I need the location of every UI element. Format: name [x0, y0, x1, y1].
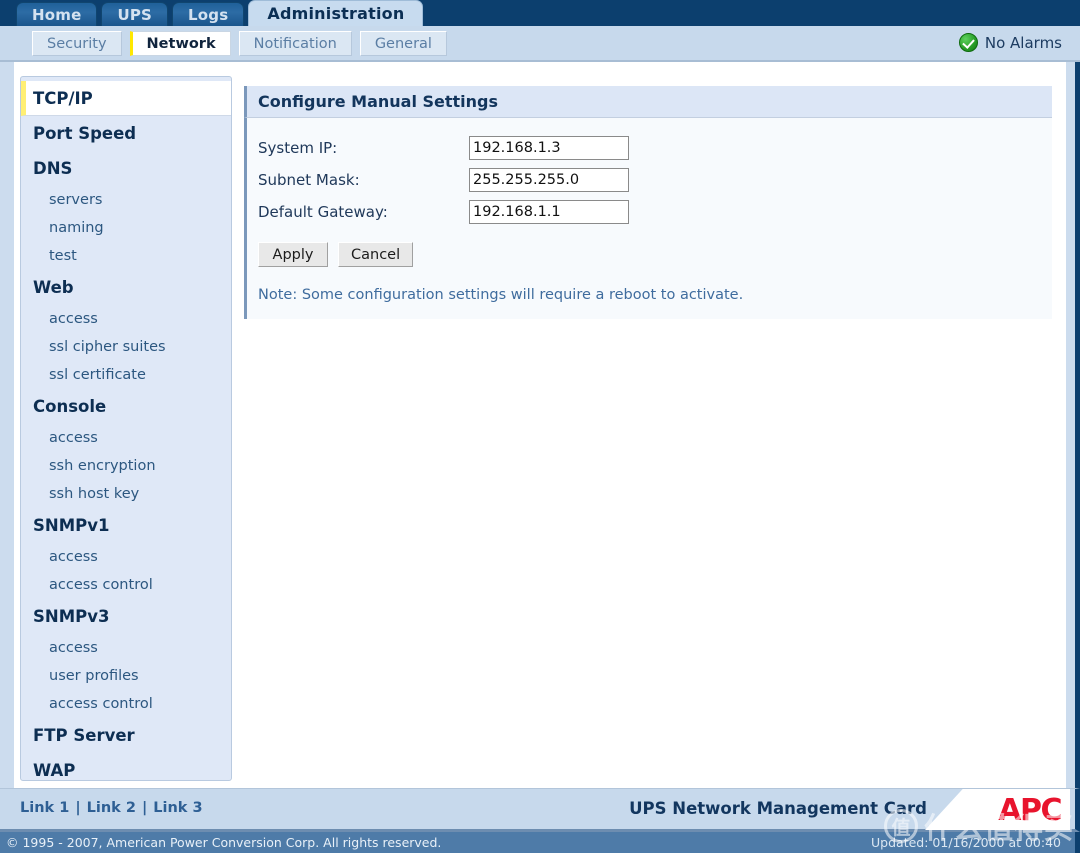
sidebar-item-ssl-certificate[interactable]: ssl certificate — [21, 361, 231, 389]
sidebar-item-ssl-cipher-suites[interactable]: ssl cipher suites — [21, 333, 231, 361]
sidebar-item-ssh-encryption[interactable]: ssh encryption — [21, 452, 231, 480]
default-gateway-input[interactable] — [469, 200, 629, 224]
alarm-status[interactable]: No Alarms — [958, 33, 1062, 52]
form-row-default-gateway: Default Gateway: — [258, 196, 1052, 228]
subnet-mask-input[interactable] — [469, 168, 629, 192]
alarm-status-label: No Alarms — [984, 33, 1062, 52]
product-name: UPS Network Management Card — [629, 799, 927, 818]
footer-link-1[interactable]: Link 1 — [20, 800, 69, 816]
sidebar-item-access-control[interactable]: access control — [21, 571, 231, 599]
panel-title: Configure Manual Settings — [244, 86, 1052, 118]
sub-tab-notification[interactable]: Notification — [238, 31, 352, 56]
sub-tab-list: Security Network Notification General — [32, 31, 447, 56]
main-tab-administration[interactable]: Administration — [248, 0, 424, 26]
main-tab-logs[interactable]: Logs — [172, 2, 245, 26]
footer-links: Link 1 | Link 2 | Link 3 — [20, 800, 203, 816]
sidebar-item-access[interactable]: access — [21, 634, 231, 662]
main-navigation-bar: Home UPS Logs Administration — [0, 0, 1080, 26]
sidebar-item-access[interactable]: access — [21, 424, 231, 452]
sidebar-item-dns[interactable]: DNS — [21, 151, 231, 186]
apply-button[interactable]: Apply — [258, 242, 328, 267]
sidebar-item-access[interactable]: access — [21, 305, 231, 333]
cancel-button[interactable]: Cancel — [338, 242, 414, 267]
sidebar-item-naming[interactable]: naming — [21, 214, 231, 242]
footer-link-separator: | — [141, 800, 148, 816]
sidebar-item-console[interactable]: Console — [21, 389, 231, 424]
subnet-mask-label: Subnet Mask: — [258, 171, 360, 189]
system-ip-label: System IP: — [258, 139, 338, 157]
panel-body: System IP: Subnet Mask: Default Gateway: A… — [244, 118, 1052, 319]
footer-copyright-bar: © 1995 - 2007, American Power Conversion… — [0, 832, 1080, 853]
sidebar-item-snmpv3[interactable]: SNMPv3 — [21, 599, 231, 634]
main-tab-ups[interactable]: UPS — [101, 2, 169, 26]
default-gateway-label: Default Gateway: — [258, 203, 388, 221]
sub-navigation-bar: Security Network Notification General No Al… — [0, 26, 1080, 62]
form-row-subnet-mask: Subnet Mask: — [258, 164, 1052, 196]
footer-link-3[interactable]: Link 3 — [153, 800, 202, 816]
copyright-text: © 1995 - 2007, American Power Conversion… — [6, 835, 442, 850]
sidebar-item-port-speed[interactable]: Port Speed — [21, 116, 231, 151]
reboot-note: Note: Some configuration settings will r… — [258, 287, 744, 303]
sidebar-item-test[interactable]: test — [21, 242, 231, 270]
green-check-icon — [958, 33, 978, 52]
sidebar-item-user-profiles[interactable]: user profiles — [21, 662, 231, 690]
footer-link-bar: Link 1 | Link 2 | Link 3 UPS Network Managem… — [0, 788, 1080, 832]
settings-panel: Configure Manual Settings System IP: Subn… — [244, 86, 1052, 319]
sidebar-item-tcp-ip[interactable]: TCP/IP — [21, 81, 231, 116]
apc-logo: APC — [998, 793, 1062, 828]
sub-tab-security[interactable]: Security — [32, 31, 122, 56]
main-tab-home[interactable]: Home — [16, 2, 98, 26]
sidebar-item-snmpv1[interactable]: SNMPv1 — [21, 508, 231, 543]
form-row-system-ip: System IP: — [258, 132, 1052, 164]
settings-form: System IP: Subnet Mask: Default Gateway: — [258, 132, 1052, 228]
page-content-area: TCP/IP Port Speed DNS servers naming test Web a… — [14, 62, 1066, 788]
form-actions: Apply Cancel — [258, 242, 1052, 267]
sidebar-item-ftp-server[interactable]: FTP Server — [21, 718, 231, 753]
sub-tab-general[interactable]: General — [359, 31, 447, 56]
footer-link-separator: | — [75, 800, 81, 816]
footer-link-2[interactable]: Link 2 — [87, 800, 136, 816]
sidebar-item-ssh-host-key[interactable]: ssh host key — [21, 480, 231, 508]
system-ip-input[interactable] — [469, 136, 629, 160]
page-body: TCP/IP Port Speed DNS servers naming test Web a… — [0, 62, 1080, 788]
sidebar-item-servers[interactable]: servers — [21, 186, 231, 214]
main-tab-list: Home UPS Logs Administration — [16, 0, 424, 26]
sidebar-item-wap[interactable]: WAP — [21, 753, 231, 788]
updated-timestamp: Updated: 01/16/2000 at 00:40 — [871, 835, 1061, 850]
sidebar-item-web[interactable]: Web — [21, 270, 231, 305]
sidebar-navigation: TCP/IP Port Speed DNS servers naming test Web a… — [20, 76, 232, 781]
sidebar-item-access-control[interactable]: access control — [21, 690, 231, 718]
sidebar-item-access[interactable]: access — [21, 543, 231, 571]
sub-tab-network[interactable]: Network — [129, 31, 231, 56]
